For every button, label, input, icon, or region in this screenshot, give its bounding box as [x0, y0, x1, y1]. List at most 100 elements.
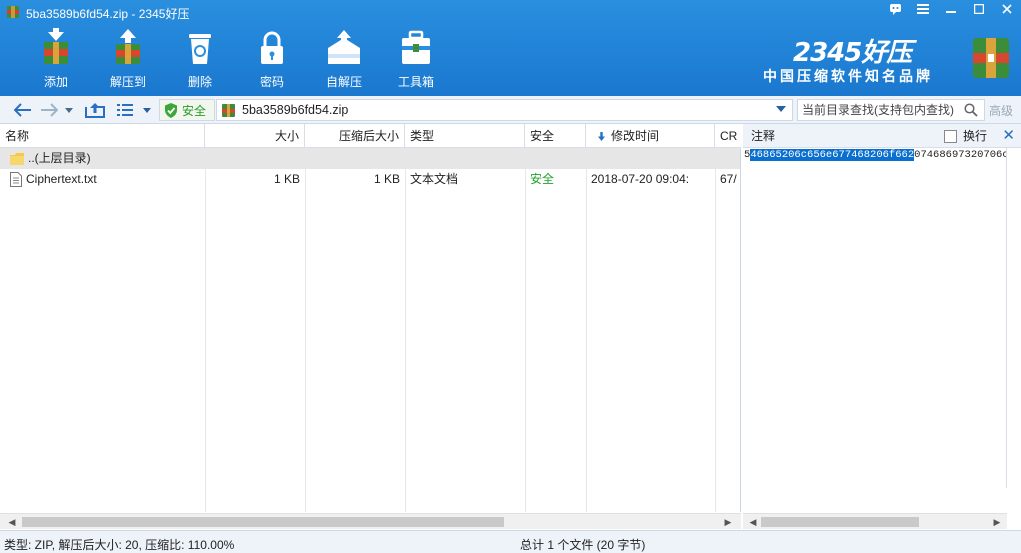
- shield-check-icon: [165, 102, 177, 118]
- file-row[interactable]: Ciphertext.txt 1 KB 1 KB 文本文档 安全 2018-07…: [0, 169, 740, 190]
- close-icon[interactable]: ✕: [1002, 124, 1015, 148]
- comment-header: 注释 换行 ✕: [743, 124, 1021, 148]
- column-divider: [305, 148, 306, 512]
- view-mode-dropdown[interactable]: [140, 100, 154, 120]
- scroll-right-icon[interactable]: ▶: [720, 515, 736, 529]
- add-label: 添加: [43, 75, 68, 89]
- toolbox-button[interactable]: 工具箱: [380, 26, 452, 90]
- back-arrow-icon: [14, 103, 31, 117]
- chat-icon[interactable]: [881, 0, 909, 18]
- maximize-icon[interactable]: [965, 0, 993, 18]
- top-band: 5ba3589b6fd54.zip - 2345好压 添加 解压到 删除 密码 …: [0, 0, 1021, 96]
- brand-archive-icon: [973, 38, 1009, 78]
- status-archive-info: 类型: ZIP, 解压后大小: 20, 压缩比: 110.00%: [4, 538, 235, 552]
- zip-archive-icon: [222, 103, 235, 117]
- row-type: 文本文档: [410, 172, 459, 186]
- list-view-icon: [117, 104, 133, 116]
- column-packed-size[interactable]: 压缩后大小: [305, 124, 405, 148]
- comment-panel: 注释 换行 ✕ 546865206c656e677468206f66207468…: [743, 124, 1021, 512]
- brand: 2345好压 中国压缩软件知名品牌: [763, 32, 1009, 88]
- history-dropdown[interactable]: [63, 100, 75, 120]
- column-divider: [525, 148, 526, 512]
- path-dropdown-icon[interactable]: [776, 106, 786, 112]
- column-divider: [405, 148, 406, 512]
- search-box: [797, 99, 985, 121]
- row-packed-size: 1 KB: [373, 172, 400, 186]
- path-text: 5ba3589b6fd54.zip: [242, 103, 349, 117]
- wrap-label: 换行: [963, 129, 988, 143]
- title-bar: 5ba3589b6fd54.zip - 2345好压: [0, 0, 1021, 24]
- view-mode-button[interactable]: [114, 100, 136, 120]
- search-icon[interactable]: [964, 103, 978, 117]
- scroll-left-icon[interactable]: ◀: [4, 515, 20, 529]
- status-bar: 类型: ZIP, 解压后大小: 20, 压缩比: 110.00% 总计 1 个文…: [0, 530, 1021, 553]
- comment-text[interactable]: 546865206c656e677468206f6620746869732070…: [743, 148, 1007, 488]
- address-bar: 安全 5ba3589b6fd54.zip 高级: [0, 96, 1021, 124]
- path-field[interactable]: 5ba3589b6fd54.zip: [216, 99, 793, 121]
- row-modified: 2018-07-20 09:04:: [591, 172, 690, 186]
- lock-icon: [261, 31, 283, 64]
- chevron-down-icon: [65, 107, 73, 113]
- extract-to-label: 解压到: [109, 75, 146, 89]
- safety-label: 安全: [182, 103, 207, 118]
- status-file-count: 总计 1 个文件 (20 字节): [520, 538, 646, 552]
- up-folder-icon: [85, 103, 105, 118]
- column-header: 名称 大小 压缩后大小 类型 安全 修改时间 CR: [0, 124, 741, 148]
- scroll-thumb[interactable]: [761, 517, 919, 527]
- column-type[interactable]: 类型: [405, 124, 525, 148]
- forward-button[interactable]: [38, 100, 60, 120]
- comment-title: 注释: [751, 129, 776, 143]
- wrap-checkbox[interactable]: [944, 130, 957, 143]
- close-icon[interactable]: [993, 0, 1021, 18]
- add-button[interactable]: 添加: [20, 26, 92, 90]
- brand-logo: 2345好压: [793, 38, 912, 68]
- extract-icon: [116, 29, 140, 64]
- column-size[interactable]: 大小: [205, 124, 305, 148]
- comment-text-after: 07468697320706c61: [914, 149, 1006, 161]
- forward-arrow-icon: [41, 103, 58, 117]
- column-name[interactable]: 名称: [0, 124, 205, 148]
- self-extract-icon: [328, 30, 360, 64]
- password-label: 密码: [259, 75, 284, 89]
- brand-slogan: 中国压缩软件知名品牌: [763, 68, 933, 84]
- comment-text-selected: 46865206c656e677468206f662: [750, 149, 915, 161]
- search-input[interactable]: [798, 100, 958, 120]
- advanced-search-link[interactable]: 高级: [989, 102, 1013, 119]
- column-crc[interactable]: CR: [715, 124, 741, 148]
- toolbox-label: 工具箱: [397, 75, 434, 89]
- sort-down-icon: [598, 132, 605, 142]
- window-title: 5ba3589b6fd54.zip - 2345好压: [26, 7, 190, 21]
- chevron-down-icon: [143, 107, 151, 113]
- file-list-hscrollbar[interactable]: ◀ ▶: [0, 513, 741, 529]
- column-modified-label: 修改时间: [611, 129, 660, 143]
- extract-to-button[interactable]: 解压到: [92, 26, 164, 90]
- window-controls: [881, 0, 1021, 18]
- parent-folder-row[interactable]: ..(上层目录): [0, 148, 740, 169]
- comment-hscrollbar[interactable]: ◀ ▶: [743, 513, 1007, 529]
- column-divider: [715, 148, 716, 512]
- delete-label: 删除: [187, 75, 212, 89]
- back-button[interactable]: [12, 100, 34, 120]
- file-list: 名称 大小 压缩后大小 类型 安全 修改时间 CR ..(上层目录) Ciphe…: [0, 124, 741, 512]
- column-modified[interactable]: 修改时间: [586, 124, 715, 148]
- delete-button[interactable]: 删除: [164, 26, 236, 90]
- up-folder-button[interactable]: [83, 100, 107, 120]
- password-button[interactable]: 密码: [236, 26, 308, 90]
- toolbox-icon: [402, 30, 430, 64]
- safety-badge[interactable]: 安全: [159, 99, 215, 121]
- column-safety[interactable]: 安全: [525, 124, 586, 148]
- scroll-thumb[interactable]: [22, 517, 504, 527]
- scroll-left-icon[interactable]: ◀: [745, 515, 761, 529]
- column-divider: [205, 148, 206, 512]
- minimize-icon[interactable]: [937, 0, 965, 18]
- menu-icon[interactable]: [909, 0, 937, 18]
- row-name: Ciphertext.txt: [6, 169, 205, 190]
- scroll-right-icon[interactable]: ▶: [989, 515, 1005, 529]
- row-name-text: Ciphertext.txt: [26, 172, 97, 186]
- column-divider: [586, 148, 587, 512]
- row-size: 1 KB: [273, 172, 300, 186]
- row-name: ..(上层目录): [6, 148, 205, 169]
- self-extract-button[interactable]: 自解压: [308, 26, 380, 90]
- self-extract-label: 自解压: [325, 75, 362, 89]
- row-crc: 67/: [720, 172, 737, 186]
